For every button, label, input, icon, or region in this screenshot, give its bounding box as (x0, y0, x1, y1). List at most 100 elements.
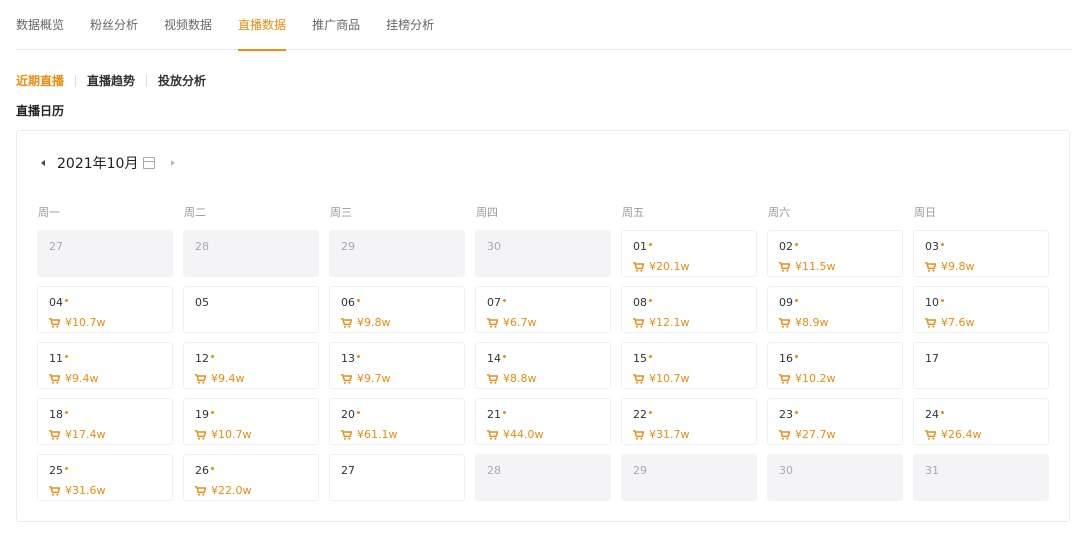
calendar-day-cell[interactable]: 21 ¥44.0w (475, 398, 611, 445)
day-number-text: 07 (487, 296, 501, 309)
calendar-day-cell[interactable]: 29 (621, 454, 757, 501)
live-indicator-dot (649, 355, 652, 358)
sales-amount-value: ¥8.8w (503, 372, 537, 385)
tab-promoted-goods[interactable]: 推广商品 (312, 0, 360, 50)
sales-amount: ¥20.1w (633, 260, 690, 273)
calendar-day-cell[interactable]: 11 ¥9.4w (37, 342, 173, 389)
live-indicator-dot (357, 411, 360, 414)
calendar-day-cell[interactable]: 16 ¥10.2w (767, 342, 903, 389)
sales-amount-value: ¥17.4w (65, 428, 106, 441)
calendar-day-cell[interactable]: 08 ¥12.1w (621, 286, 757, 333)
sales-amount: ¥8.9w (779, 316, 829, 329)
day-number-text: 10 (925, 296, 939, 309)
calendar-day-cell[interactable]: 10 ¥7.6w (913, 286, 1049, 333)
calendar-day-cell[interactable]: 02 ¥11.5w (767, 230, 903, 277)
sales-amount-value: ¥44.0w (503, 428, 544, 441)
calendar-day-cell[interactable]: 31 (913, 454, 1049, 501)
day-number: 30 (779, 464, 793, 477)
tab-ranking-analysis[interactable]: 挂榜分析 (386, 0, 434, 50)
calendar-day-cell[interactable]: 12 ¥9.4w (183, 342, 319, 389)
tab-live-data[interactable]: 直播数据 (238, 0, 287, 51)
calendar-day-cell[interactable]: 04 ¥10.7w (37, 286, 173, 333)
subtab-recent-live[interactable]: 近期直播 (16, 72, 64, 89)
day-number-text: 26 (195, 464, 209, 477)
calendar-day-cell[interactable]: 29 (329, 230, 465, 277)
live-indicator-dot (795, 411, 798, 414)
live-indicator-dot (503, 355, 506, 358)
calendar-day-cell[interactable]: 18 ¥17.4w (37, 398, 173, 445)
sales-amount-value: ¥9.8w (357, 316, 391, 329)
calendar-day-cell[interactable]: 25 ¥31.6w (37, 454, 173, 501)
calendar-day-cell[interactable]: 14 ¥8.8w (475, 342, 611, 389)
weekday-label: 周三 (330, 206, 352, 219)
shopping-cart-icon (341, 373, 353, 384)
sales-amount-value: ¥26.4w (941, 428, 982, 441)
day-number-text: 14 (487, 352, 501, 365)
day-number-text: 23 (779, 408, 793, 421)
live-calendar-card: 2021年10月 周一 周二 周三 周四 周五 周六 周日 27 28 29 30 01 ¥20.1w… (16, 130, 1070, 522)
shopping-cart-icon (633, 373, 645, 384)
month-title: 2021年10月 (57, 156, 139, 172)
live-indicator-dot (65, 355, 68, 358)
day-number: 02 (779, 240, 798, 253)
calendar-day-cell[interactable]: 24 ¥26.4w (913, 398, 1049, 445)
calendar-day-cell[interactable]: 01 ¥20.1w (621, 230, 757, 277)
caret-left-icon[interactable] (41, 160, 45, 166)
live-indicator-dot (649, 299, 652, 302)
calendar-day-cell[interactable]: 28 (475, 454, 611, 501)
tab-fans-analysis[interactable]: 粉丝分析 (90, 0, 138, 50)
sales-amount-value: ¥9.4w (65, 372, 99, 385)
day-number: 11 (49, 352, 68, 365)
weekday-label: 周五 (622, 206, 644, 219)
day-number: 28 (195, 240, 209, 253)
sales-amount: ¥9.4w (49, 372, 99, 385)
calendar-day-cell[interactable]: 15 ¥10.7w (621, 342, 757, 389)
calendar-icon[interactable] (143, 157, 156, 169)
calendar-day-cell[interactable]: 19 ¥10.7w (183, 398, 319, 445)
weekday-label: 周六 (768, 206, 790, 219)
day-number: 27 (341, 464, 355, 477)
tab-video-data[interactable]: 视频数据 (164, 0, 212, 50)
calendar-day-cell[interactable]: 09 ¥8.9w (767, 286, 903, 333)
shopping-cart-icon (779, 373, 791, 384)
live-indicator-dot (941, 243, 944, 246)
tab-data-overview[interactable]: 数据概览 (16, 0, 64, 50)
day-number: 18 (49, 408, 68, 421)
calendar-day-cell[interactable]: 22 ¥31.7w (621, 398, 757, 445)
live-indicator-dot (357, 355, 360, 358)
live-indicator-dot (795, 355, 798, 358)
shopping-cart-icon (633, 429, 645, 440)
day-number-text: 01 (633, 240, 647, 253)
calendar-day-cell[interactable]: 28 (183, 230, 319, 277)
calendar-day-cell[interactable]: 30 (475, 230, 611, 277)
sales-amount: ¥22.0w (195, 484, 252, 497)
calendar-day-cell[interactable]: 06 ¥9.8w (329, 286, 465, 333)
shopping-cart-icon (633, 317, 645, 328)
subtab-live-trend[interactable]: 直播趋势 (87, 72, 135, 89)
sales-amount: ¥8.8w (487, 372, 537, 385)
calendar-day-cell[interactable]: 03 ¥9.8w (913, 230, 1049, 277)
day-number-text: 24 (925, 408, 939, 421)
calendar-day-cell[interactable]: 30 (767, 454, 903, 501)
day-number-text: 13 (341, 352, 355, 365)
shopping-cart-icon (49, 429, 61, 440)
sales-amount: ¥9.4w (195, 372, 245, 385)
calendar-day-cell[interactable]: 27 (37, 230, 173, 277)
caret-right-icon[interactable] (171, 160, 176, 166)
calendar-day-cell[interactable]: 20 ¥61.1w (329, 398, 465, 445)
shopping-cart-icon (779, 429, 791, 440)
subtab-ad-analysis[interactable]: 投放分析 (158, 72, 206, 89)
shopping-cart-icon (633, 261, 645, 272)
sales-amount-value: ¥10.7w (649, 372, 690, 385)
calendar-day-cell[interactable]: 27 (329, 454, 465, 501)
calendar-day-cell[interactable]: 07 ¥6.7w (475, 286, 611, 333)
sales-amount: ¥6.7w (487, 316, 537, 329)
sales-amount-value: ¥11.5w (795, 260, 836, 273)
calendar-day-cell[interactable]: 26 ¥22.0w (183, 454, 319, 501)
calendar-day-cell[interactable]: 23 ¥27.7w (767, 398, 903, 445)
calendar-day-cell[interactable]: 05 (183, 286, 319, 333)
calendar-day-cell[interactable]: 13 ¥9.7w (329, 342, 465, 389)
day-number: 24 (925, 408, 944, 421)
sales-amount: ¥9.8w (925, 260, 975, 273)
calendar-day-cell[interactable]: 17 (913, 342, 1049, 389)
